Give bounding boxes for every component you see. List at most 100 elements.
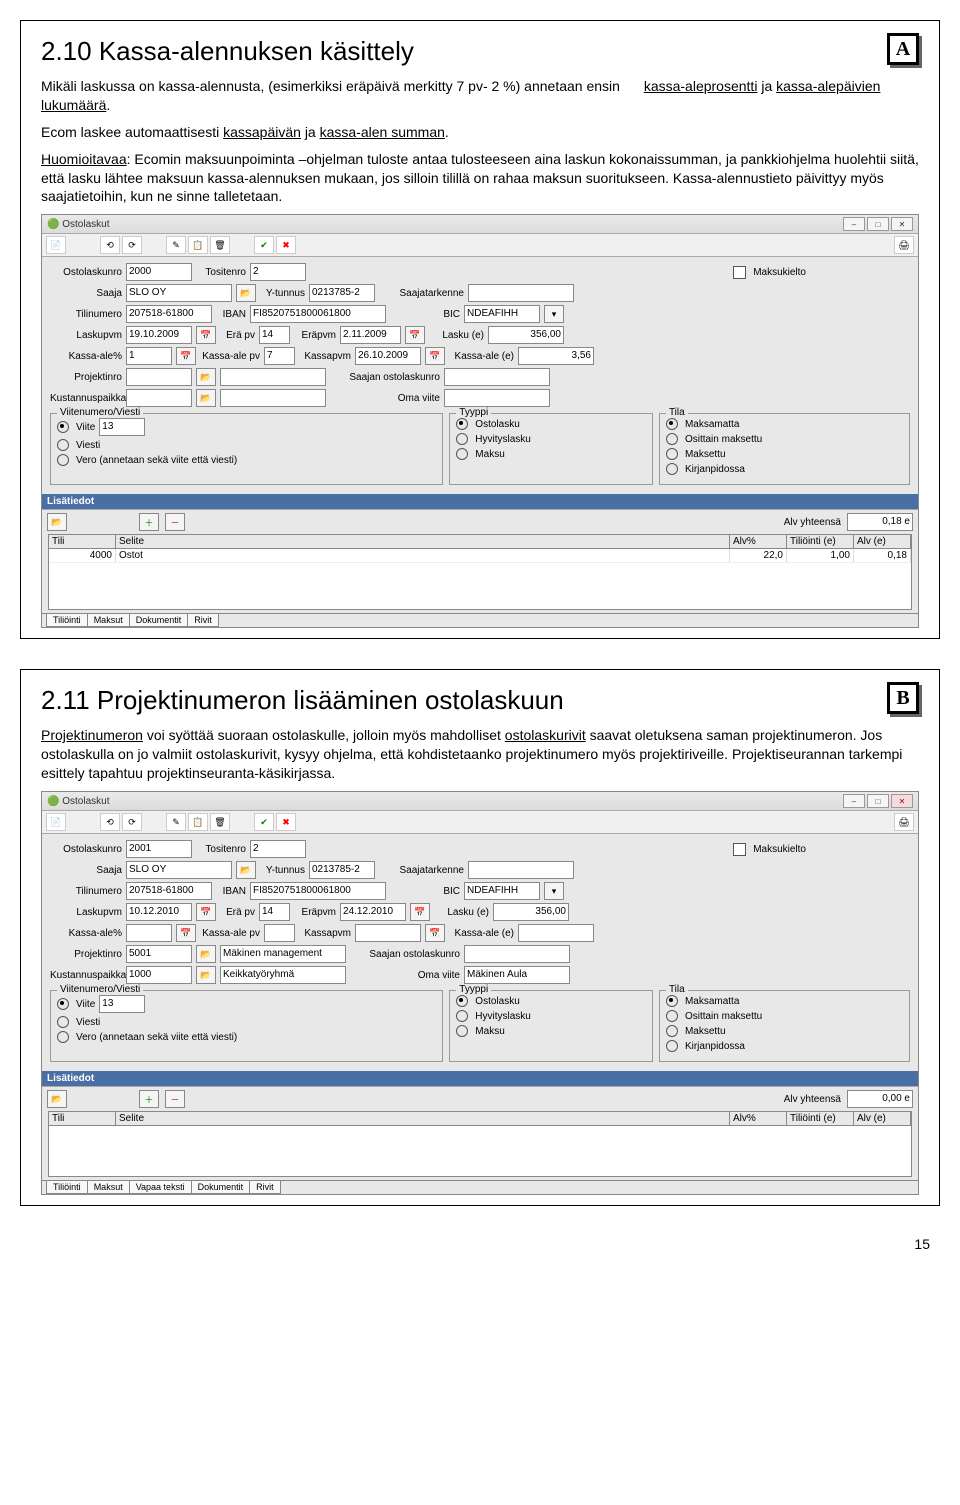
input-kassaalepv[interactable]: 7 bbox=[264, 347, 295, 365]
calendar-icon[interactable]: 📅 bbox=[410, 903, 430, 921]
tab-dokumentit[interactable]: Dokumentit bbox=[191, 1181, 251, 1194]
close-icon[interactable]: ✕ bbox=[891, 217, 913, 231]
checkbox-maksukielto[interactable] bbox=[733, 266, 746, 279]
toolbar-btn[interactable]: ✎ bbox=[166, 236, 186, 254]
radio-ostolasku[interactable] bbox=[456, 418, 468, 430]
radio-ostolasku[interactable] bbox=[456, 995, 468, 1007]
toolbar-btn[interactable]: 📄 bbox=[46, 813, 66, 831]
input-kustannusnimi[interactable]: Keikkatyöryhmä bbox=[220, 966, 346, 984]
input-ytunnus[interactable]: 0213785-2 bbox=[309, 284, 375, 302]
radio-viesti[interactable] bbox=[57, 439, 69, 451]
input-laskue[interactable]: 356,00 bbox=[488, 326, 564, 344]
input-erapvm[interactable]: 2.11.2009 bbox=[340, 326, 401, 344]
input-omaviite[interactable]: Mäkinen Aula bbox=[464, 966, 570, 984]
tab-tiliointi[interactable]: Tiliöinti bbox=[46, 1181, 88, 1194]
toolbar-btn[interactable]: 🗑 bbox=[210, 813, 230, 831]
input-erapv[interactable]: 14 bbox=[259, 326, 290, 344]
input-viite[interactable]: 13 bbox=[99, 418, 145, 436]
toolbar-btn[interactable]: 🖨 bbox=[894, 236, 914, 254]
lookup-btn[interactable]: 📂 bbox=[196, 389, 216, 407]
lookup-btn[interactable]: 📂 bbox=[196, 966, 216, 984]
input-kustannuspaikka[interactable]: 1000 bbox=[126, 966, 192, 984]
input-tositenro[interactable]: 2 bbox=[250, 840, 306, 858]
input-bic[interactable]: NDEAFIHH bbox=[464, 305, 540, 323]
input-bic[interactable]: NDEAFIHH bbox=[464, 882, 540, 900]
input-kassaalee[interactable]: 3,56 bbox=[518, 347, 594, 365]
toolbar-btn[interactable]: ⟳ bbox=[122, 813, 142, 831]
input-saajan-ostolaskunro[interactable] bbox=[444, 368, 550, 386]
input-laskue[interactable]: 356,00 bbox=[493, 903, 569, 921]
add-btn[interactable]: ＋ bbox=[139, 1090, 159, 1108]
radio-kirjanpidossa[interactable] bbox=[666, 1040, 678, 1052]
input-saajatarkenne[interactable] bbox=[468, 284, 574, 302]
input-saajan-ostolaskunro[interactable] bbox=[464, 945, 570, 963]
toolbar-btn[interactable]: 🗑 bbox=[210, 236, 230, 254]
tab-maksut[interactable]: Maksut bbox=[87, 1181, 130, 1194]
calendar-icon[interactable]: 📅 bbox=[196, 903, 216, 921]
tab-dokumentit[interactable]: Dokumentit bbox=[129, 614, 189, 627]
radio-viite[interactable] bbox=[57, 421, 69, 433]
toolbar-btn[interactable]: ⟳ bbox=[122, 236, 142, 254]
minimize-icon[interactable]: – bbox=[843, 794, 865, 808]
input-iban[interactable]: FI8520751800061800 bbox=[250, 305, 386, 323]
tab-maksut[interactable]: Maksut bbox=[87, 614, 130, 627]
input-kassaalee[interactable] bbox=[518, 924, 594, 942]
input-tilinumero[interactable]: 207518-61800 bbox=[126, 305, 212, 323]
input-ostolaskunro[interactable]: 2000 bbox=[126, 263, 192, 281]
toolbar-btn[interactable]: 📄 bbox=[46, 236, 66, 254]
toolbar-btn[interactable]: ✎ bbox=[166, 813, 186, 831]
toolbar-btn[interactable]: 🖨 bbox=[894, 813, 914, 831]
radio-maksu[interactable] bbox=[456, 1025, 468, 1037]
input-erapv[interactable]: 14 bbox=[259, 903, 290, 921]
input-projektinimi[interactable]: Mäkinen management bbox=[220, 945, 346, 963]
lookup-btn[interactable]: 📂 bbox=[236, 284, 256, 302]
input-kustannuspaikka[interactable] bbox=[126, 389, 192, 407]
input-tositenro[interactable]: 2 bbox=[250, 263, 306, 281]
lookup-btn[interactable]: 📂 bbox=[236, 861, 256, 879]
radio-osittain[interactable] bbox=[666, 433, 678, 445]
lookup-btn[interactable]: 📂 bbox=[47, 1090, 67, 1108]
input-laskupvm[interactable]: 10.12.2010 bbox=[126, 903, 192, 921]
toolbar-btn[interactable]: ✖ bbox=[276, 236, 296, 254]
tab-tiliointi[interactable]: Tiliöinti bbox=[46, 614, 88, 627]
radio-viite[interactable] bbox=[57, 998, 69, 1010]
table-row[interactable]: 4000 Ostot 22,0 1,00 0,18 bbox=[49, 549, 911, 563]
calendar-icon[interactable]: 📅 bbox=[405, 326, 425, 344]
input-kustannusnimi[interactable] bbox=[220, 389, 326, 407]
input-kassapvm[interactable] bbox=[355, 924, 421, 942]
input-viite[interactable]: 13 bbox=[99, 995, 145, 1013]
radio-maksamatta[interactable] bbox=[666, 418, 678, 430]
dropdown-btn[interactable]: ▾ bbox=[544, 882, 564, 900]
input-kassaale[interactable] bbox=[126, 924, 172, 942]
calendar-icon[interactable]: 📅 bbox=[425, 347, 445, 365]
toolbar-btn[interactable]: ✖ bbox=[276, 813, 296, 831]
close-icon[interactable]: ✕ bbox=[891, 794, 913, 808]
toolbar-btn[interactable]: ✔ bbox=[254, 813, 274, 831]
toolbar-btn[interactable]: ⟲ bbox=[100, 236, 120, 254]
radio-maksettu[interactable] bbox=[666, 1025, 678, 1037]
remove-btn[interactable]: － bbox=[165, 1090, 185, 1108]
calendar-icon[interactable]: 📅 bbox=[176, 924, 196, 942]
minimize-icon[interactable]: – bbox=[843, 217, 865, 231]
add-btn[interactable]: ＋ bbox=[139, 513, 159, 531]
tab-rivit[interactable]: Rivit bbox=[249, 1181, 281, 1194]
radio-kirjanpidossa[interactable] bbox=[666, 463, 678, 475]
radio-vero[interactable] bbox=[57, 454, 69, 466]
input-saaja[interactable]: SLO OY bbox=[126, 284, 232, 302]
tab-vapaa-teksti[interactable]: Vapaa teksti bbox=[129, 1181, 192, 1194]
input-projektinro[interactable] bbox=[126, 368, 192, 386]
input-ytunnus[interactable]: 0213785-2 bbox=[309, 861, 375, 879]
input-kassaalepv[interactable] bbox=[264, 924, 295, 942]
lookup-btn[interactable]: 📂 bbox=[47, 513, 67, 531]
radio-maksettu[interactable] bbox=[666, 448, 678, 460]
radio-hyvityslasku[interactable] bbox=[456, 1010, 468, 1022]
input-kassapvm[interactable]: 26.10.2009 bbox=[355, 347, 421, 365]
toolbar-btn[interactable]: 📋 bbox=[188, 813, 208, 831]
lookup-btn[interactable]: 📂 bbox=[196, 368, 216, 386]
tab-rivit[interactable]: Rivit bbox=[187, 614, 219, 627]
lookup-btn[interactable]: 📂 bbox=[196, 945, 216, 963]
radio-osittain[interactable] bbox=[666, 1010, 678, 1022]
toolbar-btn[interactable]: 📋 bbox=[188, 236, 208, 254]
input-iban[interactable]: FI8520751800061800 bbox=[250, 882, 386, 900]
input-projektinimi[interactable] bbox=[220, 368, 326, 386]
